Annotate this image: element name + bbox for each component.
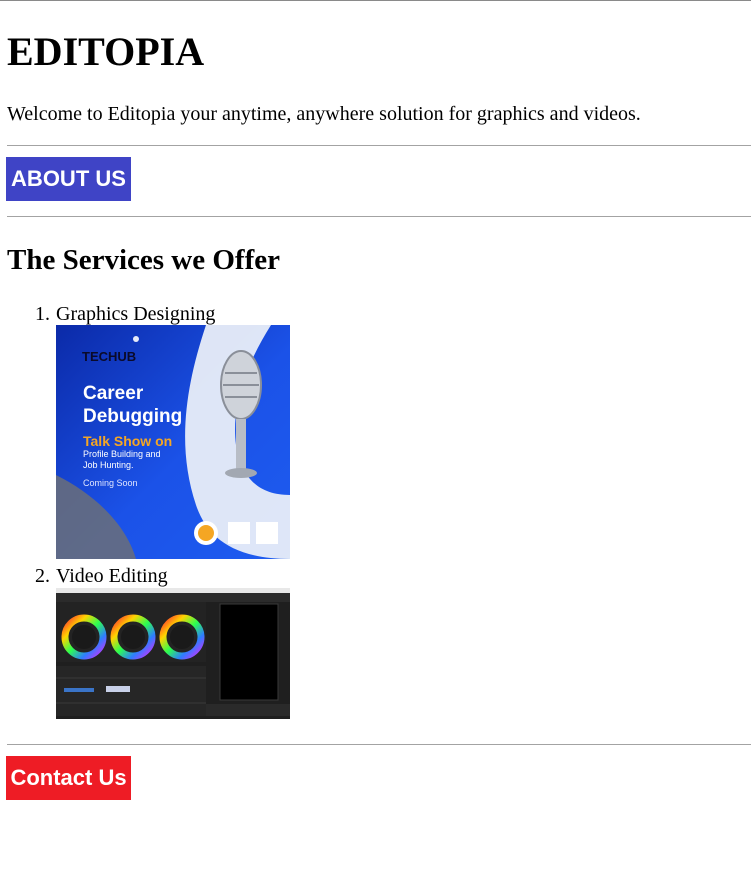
poster-heading-line2: Debugging [83,406,183,427]
list-item-number: 1. [35,303,50,325]
site-title: EDITOPIA [7,29,205,74]
poster-heading-line1: Career [83,383,144,404]
video-editor-artwork [56,588,290,716]
poster-brand: TECHUB [82,349,137,364]
poster-desc-line1: Profile Building and [83,449,161,459]
service-graphics-designing: Graphics Designing [56,303,216,325]
top-divider [0,0,751,1]
divider [7,145,751,146]
graphics-design-poster-image: TECHUB Career Debugging Talk Show on Pro… [56,325,290,559]
intro-text: Welcome to Editopia your anytime, anywhe… [7,103,641,125]
poster-footer: Coming Soon [83,478,138,488]
services-heading: The Services we Offer [7,244,280,276]
divider [7,216,751,217]
page: EDITOPIA Welcome to Editopia your anytim… [0,0,751,893]
divider [7,744,751,745]
list-item-number: 2. [35,565,50,587]
contact-us-button[interactable]: Contact Us [6,756,131,800]
service-video-editing: Video Editing [56,565,168,587]
about-us-button[interactable]: ABOUT US [6,157,131,201]
poster-desc-line2: Job Hunting. [83,460,134,470]
video-editing-screenshot-image [56,588,290,719]
poster-subheading: Talk Show on [83,433,173,449]
